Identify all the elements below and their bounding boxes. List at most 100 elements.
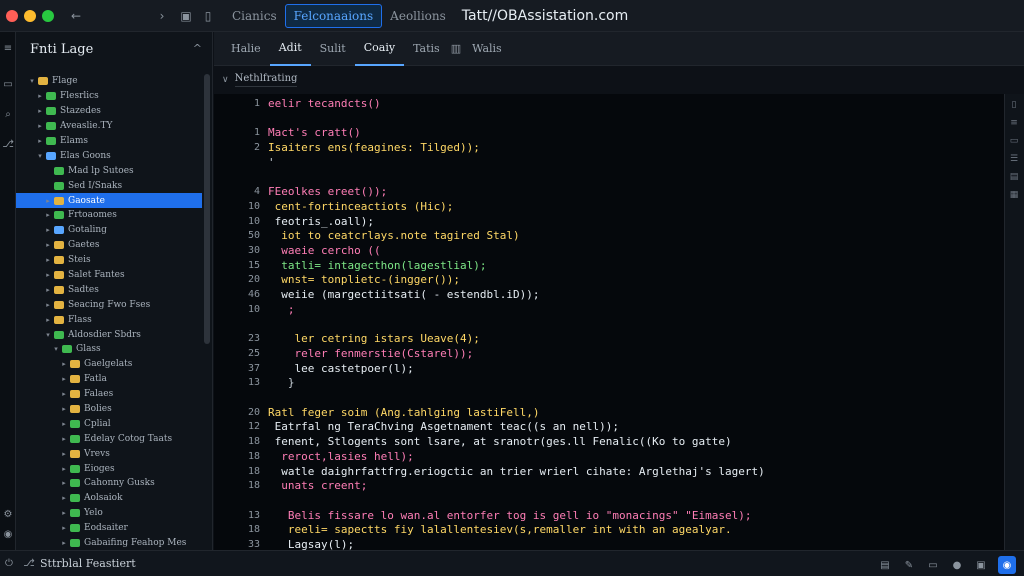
- tree-item[interactable]: ▾ Aldosdier Sbdrs: [16, 327, 202, 342]
- terminal-icon[interactable]: ▣: [974, 558, 988, 572]
- code-line[interactable]: 25 reler fenmerstie(Cstarel));: [214, 346, 473, 361]
- chevron-down-icon[interactable]: ▾: [44, 331, 52, 339]
- tree-item[interactable]: ▸ Frtoaomes: [16, 208, 202, 223]
- tree-item[interactable]: ▾ Glass: [16, 342, 202, 357]
- tree-item[interactable]: ▾ Flage: [16, 74, 202, 89]
- tree-item[interactable]: ▸ Gaelgelats: [16, 357, 202, 372]
- editor-tab-adit[interactable]: Adit: [269, 32, 311, 66]
- code-line[interactable]: 1 eelir tecandcts(): [214, 96, 381, 111]
- chevron-down-icon[interactable]: ∨: [222, 75, 229, 85]
- code-editor[interactable]: 1 eelir tecandcts() 1 Mact's cratt() 2 Isaite…: [214, 94, 1004, 550]
- chevron-right-icon[interactable]: ▸: [60, 405, 68, 413]
- editor-tab-halie[interactable]: Halie: [222, 32, 270, 66]
- code-line[interactable]: [214, 111, 268, 126]
- tree-item[interactable]: ▸ Gaosate: [16, 193, 202, 209]
- branch-icon[interactable]: ⎇: [22, 557, 36, 571]
- editor-tab-walis[interactable]: Walis: [463, 32, 511, 66]
- code-line[interactable]: 20 wnst= tonplietc-(ingger());: [214, 272, 460, 287]
- code-line[interactable]: 4 FEeolkes ereet());: [214, 184, 387, 199]
- chevron-right-icon[interactable]: ▸: [60, 420, 68, 428]
- code-line[interactable]: 18 reroct,lasies hell);: [214, 449, 414, 464]
- code-line[interactable]: 18 unats creent;: [214, 478, 367, 493]
- tree-item[interactable]: Sed I/Snaks: [16, 178, 202, 193]
- split-editor-icon[interactable]: ▥: [451, 42, 461, 55]
- chevron-right-icon[interactable]: ▸: [44, 271, 52, 279]
- breadcrumb-label[interactable]: Nethlfrating: [234, 73, 298, 87]
- chevron-right-icon[interactable]: ▸: [36, 107, 44, 115]
- chevron-right-icon[interactable]: ▸: [60, 494, 68, 502]
- tree-item[interactable]: ▸ Gotaling: [16, 223, 202, 238]
- tree-item[interactable]: ▸ Flesrlics: [16, 89, 202, 104]
- code-line[interactable]: 20 Ratl feger soim (Ang.tahlging lastiFel…: [214, 405, 540, 420]
- chevron-right-icon[interactable]: ▸: [60, 450, 68, 458]
- code-line[interactable]: [214, 317, 268, 332]
- chevron-right-icon[interactable]: ▸: [60, 465, 68, 473]
- chevron-down-icon[interactable]: ▾: [36, 152, 44, 160]
- tree-item[interactable]: ▾ Elas Goons: [16, 148, 202, 163]
- top-tab-aeollions[interactable]: Aeollions: [382, 5, 454, 27]
- file-icon[interactable]: ▯: [198, 6, 218, 26]
- search-icon[interactable]: ⌕: [2, 108, 14, 120]
- top-tab-cianics[interactable]: Cianics: [224, 5, 285, 27]
- chevron-right-icon[interactable]: ▸: [60, 509, 68, 517]
- chevron-down-icon[interactable]: ▾: [52, 345, 60, 353]
- chevron-right-icon[interactable]: ▸: [44, 241, 52, 249]
- code-line[interactable]: 37 lee castetpoer(l);: [214, 361, 414, 376]
- minimize-window-button[interactable]: [24, 9, 36, 22]
- panel-icon[interactable]: ▤: [1008, 172, 1020, 182]
- outline-icon[interactable]: ≡: [1008, 118, 1020, 128]
- settings-icon[interactable]: ⚙: [2, 508, 14, 520]
- code-line[interactable]: 30 waeie cercho ((: [214, 243, 381, 258]
- chevron-right-icon[interactable]: ▸: [36, 137, 44, 145]
- chevron-right-icon[interactable]: ▸: [36, 122, 44, 130]
- code-line[interactable]: 46 weiie (margectiitsati( - estendbl.iD)…: [214, 287, 540, 302]
- code-line[interactable]: 18 fenent, Stlogents sont lsare, at sran…: [214, 434, 732, 449]
- chevron-right-icon[interactable]: ▸: [44, 316, 52, 324]
- tree-item[interactable]: ▸ Fatla: [16, 372, 202, 387]
- minimap-toggle-icon[interactable]: ▯: [1008, 100, 1020, 110]
- chevron-up-icon[interactable]: ^: [193, 42, 202, 55]
- chevron-right-icon[interactable]: ▸: [60, 479, 68, 487]
- code-line[interactable]: 13 Belis fissare lo wan.al entorfer tog …: [214, 508, 752, 523]
- tree-item[interactable]: ▸ Seacing Fwo Fses: [16, 297, 202, 312]
- code-line[interactable]: 1 Mact's cratt(): [214, 125, 361, 140]
- code-line[interactable]: 50 iot to ceatcrlays.note tagired Stal): [214, 228, 520, 243]
- tree-item[interactable]: ▸ Stazedes: [16, 104, 202, 119]
- chevron-right-icon[interactable]: ▸: [44, 197, 52, 205]
- explorer-icon[interactable]: ▭: [2, 78, 14, 90]
- account-icon[interactable]: ◉: [998, 556, 1016, 574]
- chevron-right-icon[interactable]: ▸: [60, 390, 68, 398]
- code-line[interactable]: 13 }: [214, 375, 295, 390]
- notification-list-icon[interactable]: ▤: [878, 558, 892, 572]
- tree-item[interactable]: ▸ Falaes: [16, 387, 202, 402]
- list-icon[interactable]: ☰: [1008, 154, 1020, 164]
- source-control-icon[interactable]: ⎇: [2, 138, 14, 150]
- tree-item[interactable]: Mad lp Sutoes: [16, 163, 202, 178]
- tree-item[interactable]: ▸ Cahonny Gusks: [16, 476, 202, 491]
- code-line[interactable]: 10 feotris_.oall);: [214, 214, 374, 229]
- chevron-right-icon[interactable]: ▸: [60, 524, 68, 532]
- close-window-button[interactable]: [6, 9, 18, 22]
- code-line[interactable]: 23 ler cetring istars Ueave(4);: [214, 331, 480, 346]
- tree-item[interactable]: ▸ Aveaslie.TY: [16, 119, 202, 134]
- code-line[interactable]: 33 Lagsay(l);: [214, 537, 354, 550]
- code-line[interactable]: [214, 170, 268, 185]
- status-label[interactable]: Sttrblal Feastiert: [40, 557, 136, 570]
- chevron-right-icon[interactable]: ›: [152, 6, 172, 26]
- editor-tab-coaiy[interactable]: Coaiy: [354, 32, 405, 66]
- sidebar-scrollbar[interactable]: [204, 74, 210, 344]
- code-line[interactable]: 10 ;: [214, 302, 295, 317]
- chevron-right-icon[interactable]: ▸: [44, 286, 52, 294]
- code-line[interactable]: 18 reeli= sapectts fiy lalallentesiev(s,…: [214, 522, 732, 537]
- problems-icon[interactable]: ▭: [926, 558, 940, 572]
- tree-item[interactable]: ▸ Flass: [16, 312, 202, 327]
- tree-item[interactable]: ▸ Salet Fantes: [16, 268, 202, 283]
- maximize-window-button[interactable]: [42, 9, 54, 22]
- feedback-icon[interactable]: ●: [950, 558, 964, 572]
- edit-icon[interactable]: ✎: [902, 558, 916, 572]
- tree-item[interactable]: ▸ Steis: [16, 253, 202, 268]
- tree-item[interactable]: ▸ Gaetes: [16, 238, 202, 253]
- chevron-right-icon[interactable]: ▸: [44, 211, 52, 219]
- editor-tab-tatis[interactable]: Tatis: [404, 32, 449, 66]
- tree-item[interactable]: ▸ Aolsaiok: [16, 491, 202, 506]
